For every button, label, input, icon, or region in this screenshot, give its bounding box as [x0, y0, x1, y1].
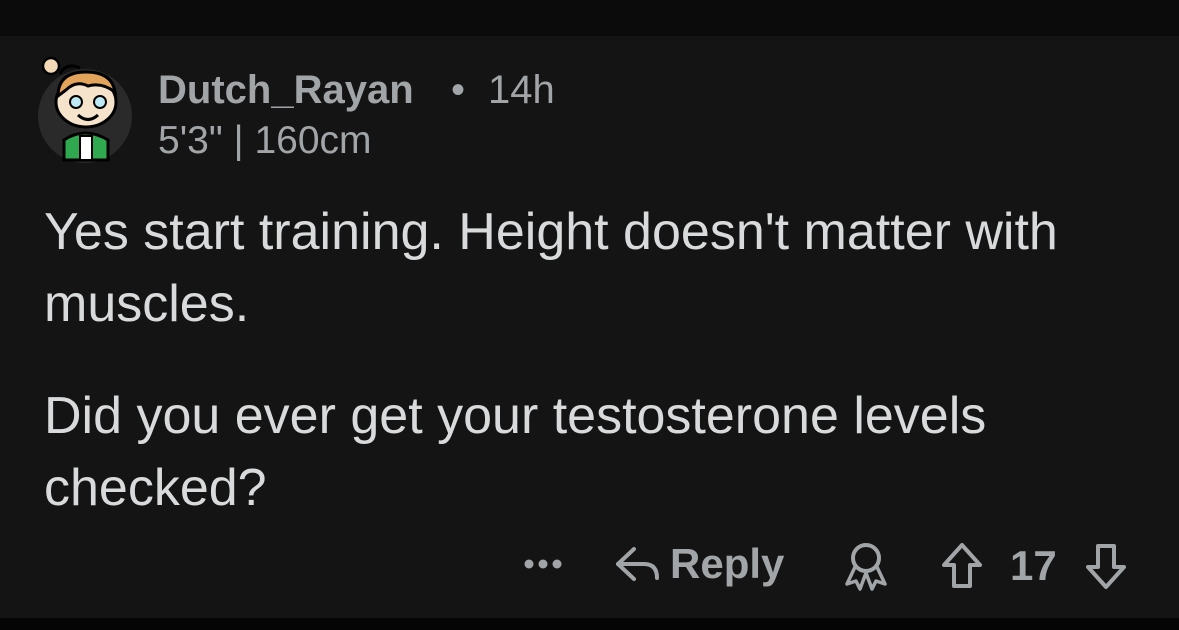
comment-action-bar: Reply 17 — [0, 536, 1179, 592]
award-button[interactable] — [840, 540, 892, 592]
downvote-arrow-icon — [1082, 540, 1130, 592]
downvote-button[interactable] — [1082, 540, 1130, 592]
meta-separator: • — [451, 68, 466, 112]
user-flair: 5'3" | 160cm — [158, 119, 372, 162]
bottom-separator — [0, 618, 1179, 630]
avatar[interactable] — [36, 52, 134, 164]
award-icon — [840, 540, 892, 592]
comment-paragraph: Yes start training. Height doesn't matte… — [44, 203, 1058, 333]
top-separator — [0, 0, 1179, 36]
comment-paragraph: Did you ever get your testosterone level… — [44, 387, 987, 517]
more-options-button[interactable] — [520, 544, 566, 584]
comment-author[interactable]: Dutch_Rayan — [158, 66, 414, 114]
upvote-arrow-icon — [938, 540, 986, 592]
reply-arrow-icon — [612, 544, 662, 584]
reply-label: Reply — [670, 540, 785, 587]
ellipsis-icon — [523, 558, 563, 570]
vote-score: 17 — [1010, 542, 1057, 589]
comment-age: 14h — [488, 68, 555, 112]
reply-button[interactable]: Reply — [612, 538, 784, 590]
upvote-button[interactable] — [938, 540, 986, 592]
